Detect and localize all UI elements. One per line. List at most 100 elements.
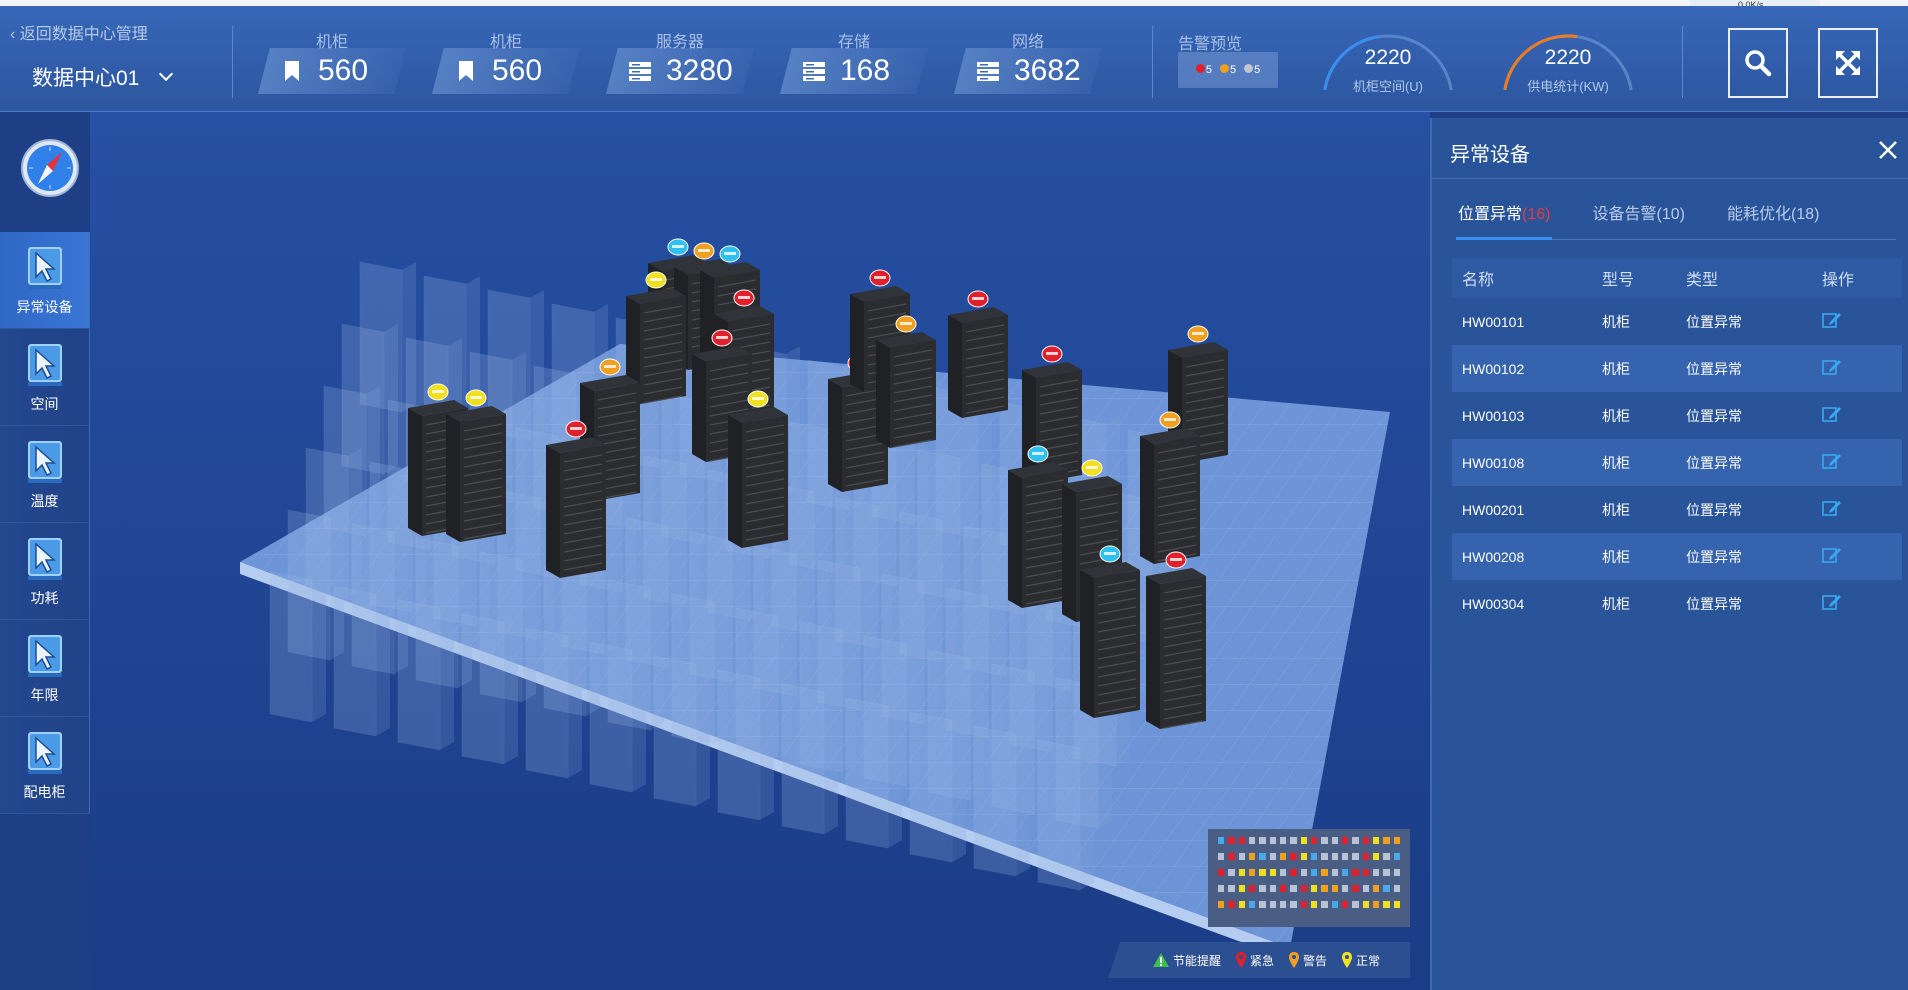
- fullscreen-button[interactable]: [1818, 28, 1878, 98]
- alarm-marker[interactable]: [1081, 459, 1103, 477]
- minimap-cell: [1279, 853, 1287, 860]
- alarm-count: 5: [1195, 64, 1212, 76]
- close-icon[interactable]: [1876, 138, 1900, 162]
- alarm-marker[interactable]: [1027, 445, 1049, 463]
- minimap-cell: [1228, 853, 1235, 860]
- edit-button[interactable]: [1816, 499, 1902, 520]
- alarm-marker[interactable]: [427, 383, 449, 401]
- server-icon: [977, 62, 999, 81]
- minimap-cell: [1310, 869, 1318, 876]
- device-table: 名称 型号 类型 操作 HW00101 机柜 位置异常 HW00102 机柜 位…: [1452, 258, 1902, 627]
- server-icon: [629, 62, 651, 81]
- ghost-rack: [717, 669, 774, 821]
- cursor-icon: [27, 344, 62, 386]
- stat-value: 560: [492, 54, 543, 87]
- alarm-marker[interactable]: [465, 389, 487, 407]
- minimap-cell: [1228, 869, 1235, 876]
- minimap-cell: [1259, 837, 1266, 844]
- server-rack[interactable]: [728, 407, 788, 548]
- edit-button[interactable]: [1816, 546, 1902, 567]
- alarm-marker[interactable]: [711, 329, 733, 347]
- tab-1[interactable]: 设备告警(10): [1590, 200, 1686, 240]
- table-row[interactable]: HW00101 机柜 位置异常: [1452, 298, 1902, 345]
- pin-icon: [1236, 952, 1247, 968]
- table-row[interactable]: HW00208 机柜 位置异常: [1452, 533, 1902, 580]
- minimap-cell: [1321, 853, 1328, 860]
- alarm-marker[interactable]: [895, 315, 917, 333]
- alarm-marker[interactable]: [693, 242, 715, 260]
- minimap-cell: [1269, 885, 1276, 892]
- server-rack[interactable]: [546, 437, 606, 578]
- alarm-marker[interactable]: [565, 420, 587, 438]
- edit-icon: [1822, 313, 1841, 328]
- legend-label: 节能提醒: [1173, 953, 1222, 968]
- minimap-cell: [1331, 901, 1338, 908]
- datacenter-select[interactable]: 数据中心01: [32, 62, 174, 92]
- alarm-marker[interactable]: [1099, 545, 1121, 563]
- minimap[interactable]: [1208, 829, 1410, 927]
- minimap-cell: [1259, 885, 1266, 892]
- minimap-cell: [1218, 853, 1225, 860]
- search-button[interactable]: [1728, 28, 1788, 98]
- server-rack[interactable]: [446, 406, 506, 542]
- alarm-marker[interactable]: [599, 358, 621, 376]
- minimap-cell: [1310, 853, 1318, 860]
- alarm-marker[interactable]: [1041, 345, 1063, 363]
- minimap-cell: [1248, 901, 1256, 908]
- nav-item-label: 配电柜: [23, 784, 66, 800]
- table-row[interactable]: HW00201 机柜 位置异常: [1452, 486, 1902, 533]
- cell-name: HW00101: [1462, 313, 1525, 330]
- nav-item-5[interactable]: 配电柜: [0, 717, 90, 814]
- edit-button[interactable]: [1816, 452, 1902, 473]
- edit-button[interactable]: [1816, 311, 1902, 332]
- alarm-count-value: 5: [1254, 64, 1261, 76]
- cell-name: HW00108: [1462, 454, 1525, 471]
- minimap-cell: [1331, 885, 1338, 892]
- alarm-marker[interactable]: [667, 238, 689, 256]
- back-link[interactable]: ‹ 返回数据中心管理: [10, 20, 148, 44]
- nav-item-4[interactable]: 年限: [0, 620, 90, 717]
- alarm-marker[interactable]: [1165, 551, 1187, 569]
- server-rack[interactable]: [1080, 562, 1140, 718]
- table-row[interactable]: HW00108 机柜 位置异常: [1452, 439, 1902, 486]
- minimap-cell: [1341, 853, 1349, 860]
- nav-item-1[interactable]: 空间: [0, 329, 90, 426]
- alarm-preview-box[interactable]: 5 5 5: [1178, 52, 1278, 88]
- minimap-cell: [1218, 869, 1225, 876]
- alarm-marker[interactable]: [1187, 325, 1209, 343]
- nav-item-2[interactable]: 温度: [0, 426, 90, 523]
- table-row[interactable]: HW00102 机柜 位置异常: [1452, 345, 1902, 392]
- alarm-marker[interactable]: [747, 390, 769, 408]
- compass-icon[interactable]: [20, 138, 80, 198]
- alarm-marker[interactable]: [1159, 411, 1181, 429]
- server-rack[interactable]: [1146, 568, 1206, 729]
- server-rack[interactable]: [1008, 462, 1068, 608]
- minimap-cell: [1238, 869, 1245, 876]
- server-rack[interactable]: [948, 307, 1008, 418]
- alarm-marker[interactable]: [967, 290, 989, 308]
- minimap-cell: [1279, 837, 1287, 844]
- stat-box: 168: [780, 48, 928, 94]
- edit-button[interactable]: [1816, 358, 1902, 379]
- alarm-marker[interactable]: [733, 289, 755, 307]
- gauge-label: 供电统计(KW): [1527, 79, 1609, 94]
- server-rack[interactable]: [1140, 428, 1200, 564]
- alarm-marker[interactable]: [719, 245, 741, 263]
- edit-button[interactable]: [1816, 593, 1902, 614]
- cursor-icon: [27, 635, 62, 677]
- tab-count: (16): [1522, 206, 1551, 223]
- left-nav: 异常设备 空间 温度 功耗 年限 配电柜: [0, 232, 90, 814]
- nav-item-3[interactable]: 功耗: [0, 523, 90, 620]
- server-rack[interactable]: [876, 332, 936, 448]
- edit-button[interactable]: [1816, 405, 1902, 426]
- nav-item-0[interactable]: 异常设备: [0, 232, 90, 329]
- tab-2[interactable]: 能耗优化(18): [1725, 200, 1821, 240]
- table-row[interactable]: HW00304 机柜 位置异常: [1452, 580, 1902, 627]
- table-row[interactable]: HW00103 机柜 位置异常: [1452, 392, 1902, 439]
- minimap-cell: [1362, 885, 1369, 892]
- alarm-marker[interactable]: [869, 269, 891, 287]
- minimap-cell: [1269, 853, 1276, 860]
- alarm-marker[interactable]: [645, 271, 667, 289]
- tab-0[interactable]: 位置异常(16): [1456, 200, 1553, 240]
- minimap-cell: [1341, 869, 1349, 876]
